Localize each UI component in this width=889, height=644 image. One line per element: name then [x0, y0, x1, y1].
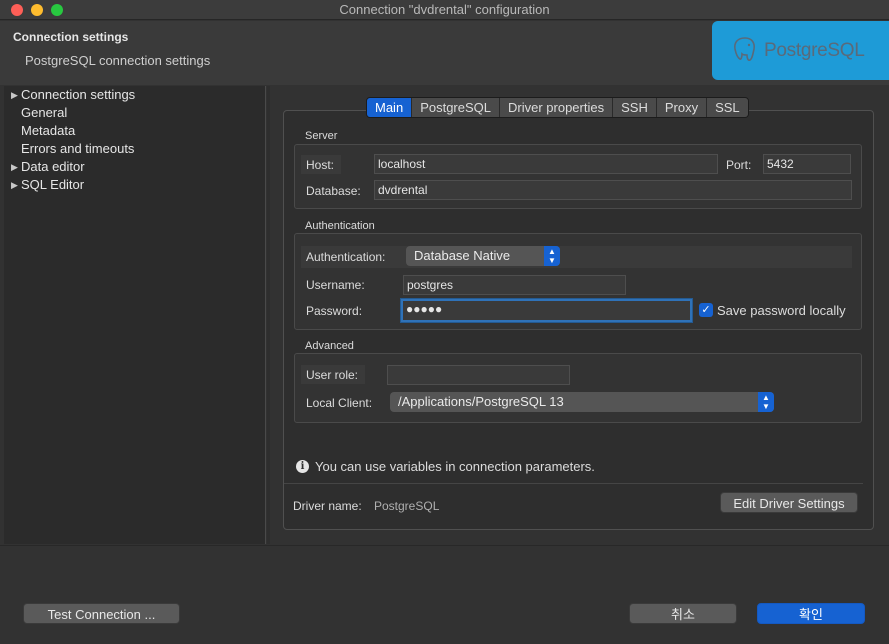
sidebar-item-label: Errors and timeouts	[21, 141, 135, 156]
page-title: Connection settings	[13, 30, 129, 44]
password-label: Password:	[306, 304, 363, 318]
sidebar-item-label: Connection settings	[21, 87, 136, 102]
info-icon: i	[296, 460, 309, 473]
sidebar-item-label: General	[21, 105, 68, 120]
tab-main[interactable]: Main	[367, 98, 413, 117]
dialog-header: Connection settings PostgreSQL connectio…	[0, 21, 889, 85]
cancel-button[interactable]: 취소	[629, 603, 737, 624]
driver-name-label: Driver name:	[293, 499, 362, 513]
port-input[interactable]: 5432	[763, 154, 851, 174]
user-role-input[interactable]	[387, 365, 570, 385]
local-client-select[interactable]: /Applications/PostgreSQL 13 ▲ ▼	[390, 392, 774, 412]
authentication-select[interactable]: Database Native ▲ ▼	[406, 246, 560, 266]
settings-sidebar: ▶ Connection settings General Metadata E…	[4, 86, 266, 544]
expand-arrow-icon[interactable]: ▶	[11, 176, 18, 194]
variables-info-text: You can use variables in connection para…	[315, 459, 595, 474]
postgresql-logo: PostgreSQL	[712, 21, 889, 80]
port-label: Port:	[726, 158, 752, 172]
tab-driver-properties[interactable]: Driver properties	[500, 98, 614, 117]
divider	[284, 483, 863, 484]
local-client-select-value: /Applications/PostgreSQL 13	[398, 394, 564, 409]
host-label: Host:	[306, 158, 335, 172]
driver-name-value: PostgreSQL	[374, 499, 440, 513]
host-input[interactable]: localhost	[374, 154, 718, 174]
authentication-select-value: Database Native	[414, 248, 511, 263]
ok-button[interactable]: 확인	[757, 603, 865, 624]
sidebar-item-label: Metadata	[21, 123, 76, 138]
user-role-label: User role:	[306, 368, 359, 382]
database-label: Database:	[306, 184, 361, 198]
tab-bar: Main PostgreSQL Driver properties SSH Pr…	[366, 97, 749, 118]
edit-driver-settings-button[interactable]: Edit Driver Settings	[720, 492, 858, 513]
title-bar: Connection "dvdrental" configuration	[0, 0, 889, 20]
expand-arrow-icon[interactable]: ▶	[11, 158, 18, 176]
local-client-label: Local Client:	[306, 396, 373, 410]
tab-ssl[interactable]: SSL	[707, 98, 748, 117]
username-input[interactable]: postgres	[403, 275, 626, 295]
chevron-updown-icon: ▲ ▼	[758, 392, 774, 412]
window-title: Connection "dvdrental" configuration	[339, 2, 550, 17]
server-group-title: Server	[305, 130, 338, 142]
database-input[interactable]: dvdrental	[374, 180, 852, 200]
page-subtitle: PostgreSQL connection settings	[25, 53, 211, 68]
logo-text: PostgreSQL	[764, 40, 865, 61]
advanced-group-title: Advanced	[305, 340, 354, 352]
tab-postgresql[interactable]: PostgreSQL	[412, 98, 501, 117]
tab-ssh[interactable]: SSH	[613, 98, 657, 117]
auth-group-title: Authentication	[305, 220, 375, 232]
username-label: Username:	[306, 278, 365, 292]
test-connection-button[interactable]: Test Connection ...	[23, 603, 180, 624]
sidebar-item-label: SQL Editor	[21, 177, 85, 192]
password-input[interactable]: ●●●●●	[401, 299, 692, 322]
dialog-footer	[0, 545, 889, 644]
save-password-checkbox[interactable]: ✓	[699, 303, 713, 317]
authentication-label: Authentication:	[306, 250, 386, 264]
sidebar-item-label: Data editor	[21, 159, 85, 174]
elephant-icon	[734, 37, 755, 61]
expand-arrow-icon[interactable]: ▶	[11, 86, 18, 104]
chevron-updown-icon: ▲ ▼	[544, 246, 560, 266]
save-password-label[interactable]: Save password locally	[717, 303, 846, 318]
tab-proxy[interactable]: Proxy	[656, 98, 708, 117]
advanced-group	[294, 353, 862, 423]
